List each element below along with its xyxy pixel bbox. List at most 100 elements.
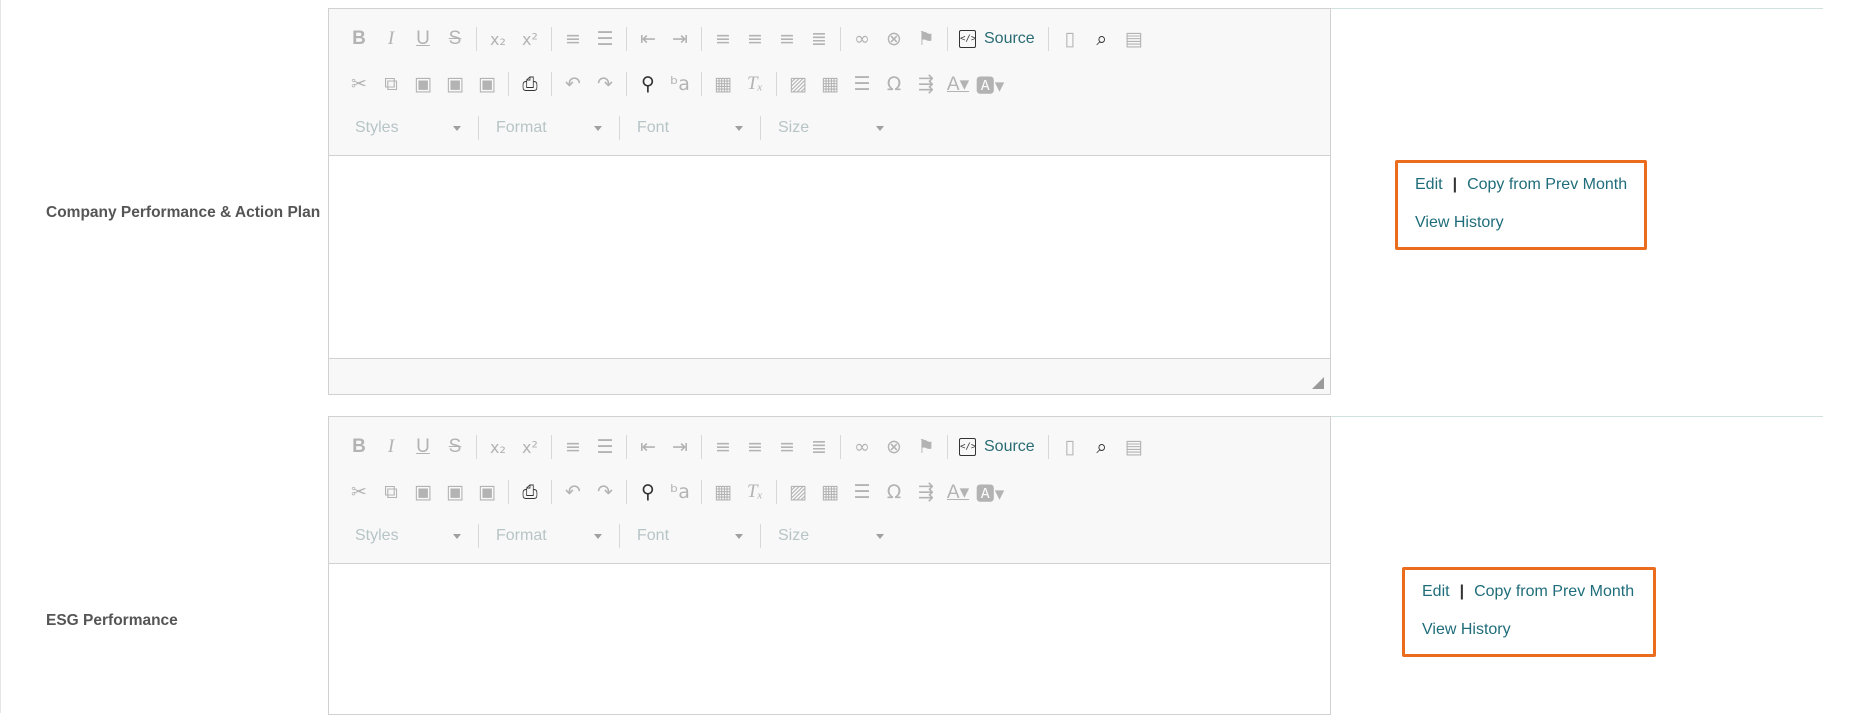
table-icon[interactable]: ▦ bbox=[814, 69, 846, 99]
page-break-icon[interactable]: ⇶ bbox=[910, 69, 942, 99]
align-right-icon[interactable]: ≡ bbox=[771, 24, 803, 54]
paste-text-icon[interactable]: ▣ bbox=[439, 69, 471, 99]
source-button[interactable]: </> Source bbox=[953, 432, 1043, 462]
horizontal-line-icon[interactable]: ☰ bbox=[846, 477, 878, 507]
subscript-icon[interactable]: x₂ bbox=[482, 24, 514, 54]
find-icon[interactable]: ⚲ bbox=[632, 69, 664, 99]
indent-icon[interactable]: ⇥ bbox=[664, 432, 696, 462]
align-left-icon[interactable]: ≡ bbox=[707, 432, 739, 462]
find-icon[interactable]: ⚲ bbox=[632, 477, 664, 507]
paste-icon[interactable]: ▣ bbox=[407, 69, 439, 99]
table-icon[interactable]: ▦ bbox=[814, 477, 846, 507]
size-combo[interactable]: Size bbox=[766, 113, 896, 143]
format-combo[interactable]: Format bbox=[484, 521, 614, 551]
undo-icon[interactable]: ↶ bbox=[557, 477, 589, 507]
special-char-icon[interactable]: Ω bbox=[878, 69, 910, 99]
anchor-flag-icon[interactable]: ⚑ bbox=[910, 24, 942, 54]
font-combo[interactable]: Font bbox=[625, 521, 755, 551]
link-icon[interactable]: ∞ bbox=[846, 24, 878, 54]
bold-icon[interactable]: B bbox=[343, 24, 375, 54]
replace-icon[interactable]: ᵇa bbox=[664, 69, 696, 99]
copy-icon[interactable]: ⧉ bbox=[375, 69, 407, 99]
align-center-icon[interactable]: ≡ bbox=[739, 432, 771, 462]
align-right-icon[interactable]: ≡ bbox=[771, 432, 803, 462]
strikethrough-icon[interactable]: S bbox=[439, 24, 471, 54]
paste-icon[interactable]: ▣ bbox=[407, 477, 439, 507]
select-all-icon[interactable]: ▦ bbox=[707, 477, 739, 507]
italic-icon[interactable]: I bbox=[375, 24, 407, 54]
preview-icon[interactable]: ⌕ bbox=[1086, 24, 1118, 54]
view-history-link[interactable]: View History bbox=[1415, 214, 1504, 231]
edit-link[interactable]: Edit bbox=[1422, 583, 1450, 601]
styles-combo[interactable]: Styles bbox=[343, 521, 473, 551]
copy-icon[interactable]: ⧉ bbox=[375, 477, 407, 507]
size-combo[interactable]: Size bbox=[766, 521, 896, 551]
numbered-list-icon[interactable]: ≡ bbox=[557, 24, 589, 54]
select-all-icon[interactable]: ▦ bbox=[707, 69, 739, 99]
print-icon[interactable]: ⎙ bbox=[514, 69, 546, 99]
redo-icon[interactable]: ↷ bbox=[589, 477, 621, 507]
cut-icon[interactable]: ✂ bbox=[343, 477, 375, 507]
cut-icon[interactable]: ✂ bbox=[343, 69, 375, 99]
templates-icon[interactable]: ▤ bbox=[1118, 24, 1150, 54]
format-combo[interactable]: Format bbox=[484, 113, 614, 143]
superscript-icon[interactable]: x² bbox=[514, 432, 546, 462]
unlink-icon[interactable]: ⊗ bbox=[878, 432, 910, 462]
new-page-icon[interactable]: ▯ bbox=[1054, 432, 1086, 462]
remove-format-icon[interactable]: Tₓ bbox=[739, 477, 771, 507]
numbered-list-icon[interactable]: ≡ bbox=[557, 432, 589, 462]
subscript-icon[interactable]: x₂ bbox=[482, 432, 514, 462]
copy-prev-month-link[interactable]: Copy from Prev Month bbox=[1467, 176, 1627, 194]
align-justify-icon[interactable]: ≣ bbox=[803, 432, 835, 462]
new-page-icon[interactable]: ▯ bbox=[1054, 24, 1086, 54]
toolbar-separator bbox=[619, 116, 620, 140]
horizontal-line-icon[interactable]: ☰ bbox=[846, 69, 878, 99]
view-history-link[interactable]: View History bbox=[1422, 621, 1511, 638]
page-break-icon[interactable]: ⇶ bbox=[910, 477, 942, 507]
background-color-icon[interactable]: 🅰▾ bbox=[974, 477, 1006, 507]
text-color-icon[interactable]: A▾ bbox=[942, 69, 974, 99]
unlink-icon[interactable]: ⊗ bbox=[878, 24, 910, 54]
special-char-icon[interactable]: Ω bbox=[878, 477, 910, 507]
edit-link[interactable]: Edit bbox=[1415, 176, 1443, 194]
templates-icon[interactable]: ▤ bbox=[1118, 432, 1150, 462]
preview-icon[interactable]: ⌕ bbox=[1086, 432, 1118, 462]
strikethrough-icon[interactable]: S bbox=[439, 432, 471, 462]
remove-format-icon[interactable]: Tₓ bbox=[739, 69, 771, 99]
superscript-icon[interactable]: x² bbox=[514, 24, 546, 54]
bulleted-list-icon[interactable]: ☰ bbox=[589, 24, 621, 54]
redo-icon[interactable]: ↷ bbox=[589, 69, 621, 99]
link-icon[interactable]: ∞ bbox=[846, 432, 878, 462]
editor-content-area[interactable] bbox=[329, 564, 1330, 714]
align-center-icon[interactable]: ≡ bbox=[739, 24, 771, 54]
undo-icon[interactable]: ↶ bbox=[557, 69, 589, 99]
anchor-flag-icon[interactable]: ⚑ bbox=[910, 432, 942, 462]
image-icon[interactable]: ▨ bbox=[782, 69, 814, 99]
align-left-icon[interactable]: ≡ bbox=[707, 24, 739, 54]
image-icon[interactable]: ▨ bbox=[782, 477, 814, 507]
toolbar-separator bbox=[776, 72, 777, 96]
font-combo[interactable]: Font bbox=[625, 113, 755, 143]
italic-icon[interactable]: I bbox=[375, 432, 407, 462]
paste-word-icon[interactable]: ▣ bbox=[471, 69, 503, 99]
paste-word-icon[interactable]: ▣ bbox=[471, 477, 503, 507]
background-color-icon[interactable]: 🅰▾ bbox=[974, 69, 1006, 99]
outdent-icon[interactable]: ⇤ bbox=[632, 432, 664, 462]
toolbar-separator bbox=[840, 435, 841, 459]
paste-text-icon[interactable]: ▣ bbox=[439, 477, 471, 507]
outdent-icon[interactable]: ⇤ bbox=[632, 24, 664, 54]
editor-content-area[interactable] bbox=[329, 156, 1330, 358]
bold-icon[interactable]: B bbox=[343, 432, 375, 462]
underline-icon[interactable]: U bbox=[407, 432, 439, 462]
styles-combo[interactable]: Styles bbox=[343, 113, 473, 143]
text-color-icon[interactable]: A▾ bbox=[942, 477, 974, 507]
source-button[interactable]: </> Source bbox=[953, 24, 1043, 54]
indent-icon[interactable]: ⇥ bbox=[664, 24, 696, 54]
resize-grip-icon[interactable] bbox=[1312, 377, 1324, 389]
bulleted-list-icon[interactable]: ☰ bbox=[589, 432, 621, 462]
underline-icon[interactable]: U bbox=[407, 24, 439, 54]
align-justify-icon[interactable]: ≣ bbox=[803, 24, 835, 54]
copy-prev-month-link[interactable]: Copy from Prev Month bbox=[1474, 583, 1634, 601]
replace-icon[interactable]: ᵇa bbox=[664, 477, 696, 507]
print-icon[interactable]: ⎙ bbox=[514, 477, 546, 507]
